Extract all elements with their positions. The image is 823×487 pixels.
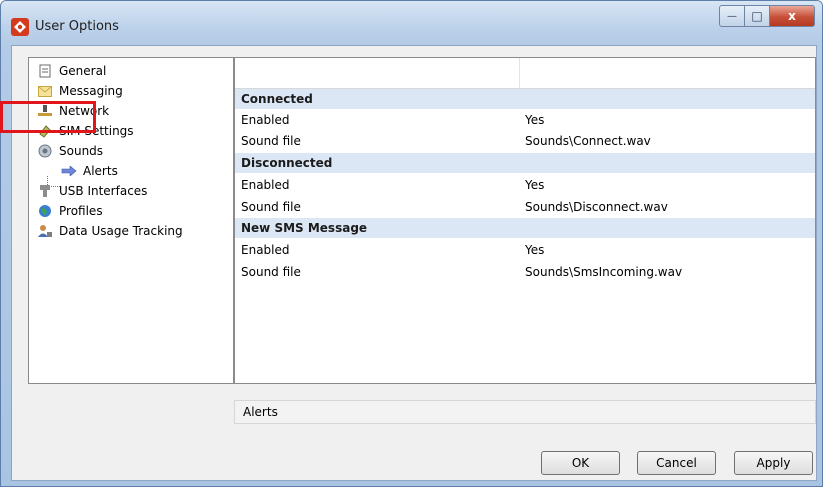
tree-item-label: Data Usage Tracking [59,224,183,238]
maximize-icon: □ [751,9,763,23]
table-row[interactable]: Sound file Sounds\Connect.wav [235,131,815,151]
table-row[interactable]: Sound file Sounds\Disconnect.wav [235,197,815,217]
usb-icon [37,183,53,199]
tree-item-alerts[interactable]: Alerts [61,162,118,180]
general-icon [37,63,53,79]
title-bar[interactable]: User Options — □ x [1,1,822,45]
app-icon [11,18,29,36]
property-value[interactable]: Sounds\SmsIncoming.wav [525,265,682,279]
property-value[interactable]: Sounds\Disconnect.wav [525,200,668,214]
group-title: Disconnected [241,156,333,170]
cancel-button[interactable]: Cancel [637,451,716,475]
property-grid[interactable]: Connected Enabled Yes Sound file Sounds\… [234,57,816,384]
user-options-window: User Options — □ x General Messaging Net… [0,0,823,487]
description-text: Alerts [243,405,278,419]
options-tree[interactable]: General Messaging Network SIM Settings S… [28,57,234,384]
network-icon [37,103,53,119]
tree-item-label: SIM Settings [59,124,134,138]
ok-button[interactable]: OK [541,451,620,475]
cancel-button-label: Cancel [656,456,697,470]
group-header-connected[interactable]: Connected [235,89,815,109]
table-row[interactable]: Sound file Sounds\SmsIncoming.wav [235,262,815,282]
tree-item-sounds[interactable]: Sounds [37,142,103,160]
tree-item-general[interactable]: General [37,62,106,80]
grid-column-divider [519,58,520,88]
table-row[interactable]: Enabled Yes [235,110,815,130]
description-panel: Alerts [234,400,816,424]
speaker-icon [37,143,53,159]
property-name: Sound file [241,200,301,214]
property-name: Enabled [241,243,290,257]
group-header-disconnected[interactable]: Disconnected [235,153,815,173]
tree-item-label: Messaging [59,84,123,98]
property-value[interactable]: Yes [525,243,544,257]
tree-item-usb-interfaces[interactable]: USB Interfaces [37,182,147,200]
tree-item-label: Sounds [59,144,104,158]
tree-item-label: Alerts [83,164,118,178]
sim-card-icon [37,123,53,139]
close-button[interactable]: x [769,5,815,27]
close-icon: x [788,9,796,23]
table-row[interactable]: Enabled Yes [235,240,815,260]
property-name: Enabled [241,113,290,127]
group-title: New SMS Message [241,221,368,235]
tree-item-network[interactable]: Network [37,102,109,120]
tree-item-label: Network [59,104,110,118]
apply-button[interactable]: Apply [734,451,813,475]
table-row[interactable]: Enabled Yes [235,175,815,195]
ok-button-label: OK [571,456,590,470]
tree-item-sim-settings[interactable]: SIM Settings [37,122,134,140]
property-name: Enabled [241,178,290,192]
arrow-right-icon [61,163,77,179]
property-name: Sound file [241,134,301,148]
property-value[interactable]: Yes [525,113,544,127]
apply-button-label: Apply [756,456,791,470]
tree-item-messaging[interactable]: Messaging [37,82,123,100]
group-title: Connected [241,92,313,106]
property-value[interactable]: Yes [525,178,544,192]
group-header-new-sms-message[interactable]: New SMS Message [235,218,815,238]
tree-item-data-usage-tracking[interactable]: Data Usage Tracking [37,222,183,240]
property-name: Sound file [241,265,301,279]
envelope-icon [37,83,53,99]
tree-item-profiles[interactable]: Profiles [37,202,103,220]
minimize-icon: — [727,10,737,22]
grid-header [235,58,815,89]
property-value[interactable]: Sounds\Connect.wav [525,134,651,148]
tree-item-label: General [59,64,107,78]
window-title: User Options [35,19,119,34]
dialog-client-area: General Messaging Network SIM Settings S… [11,45,817,481]
tree-item-label: USB Interfaces [59,184,148,198]
tree-item-label: Profiles [59,204,103,218]
minimize-button[interactable]: — [719,5,745,27]
globe-icon [37,203,53,219]
maximize-button[interactable]: □ [744,5,770,27]
person-icon [37,223,53,239]
